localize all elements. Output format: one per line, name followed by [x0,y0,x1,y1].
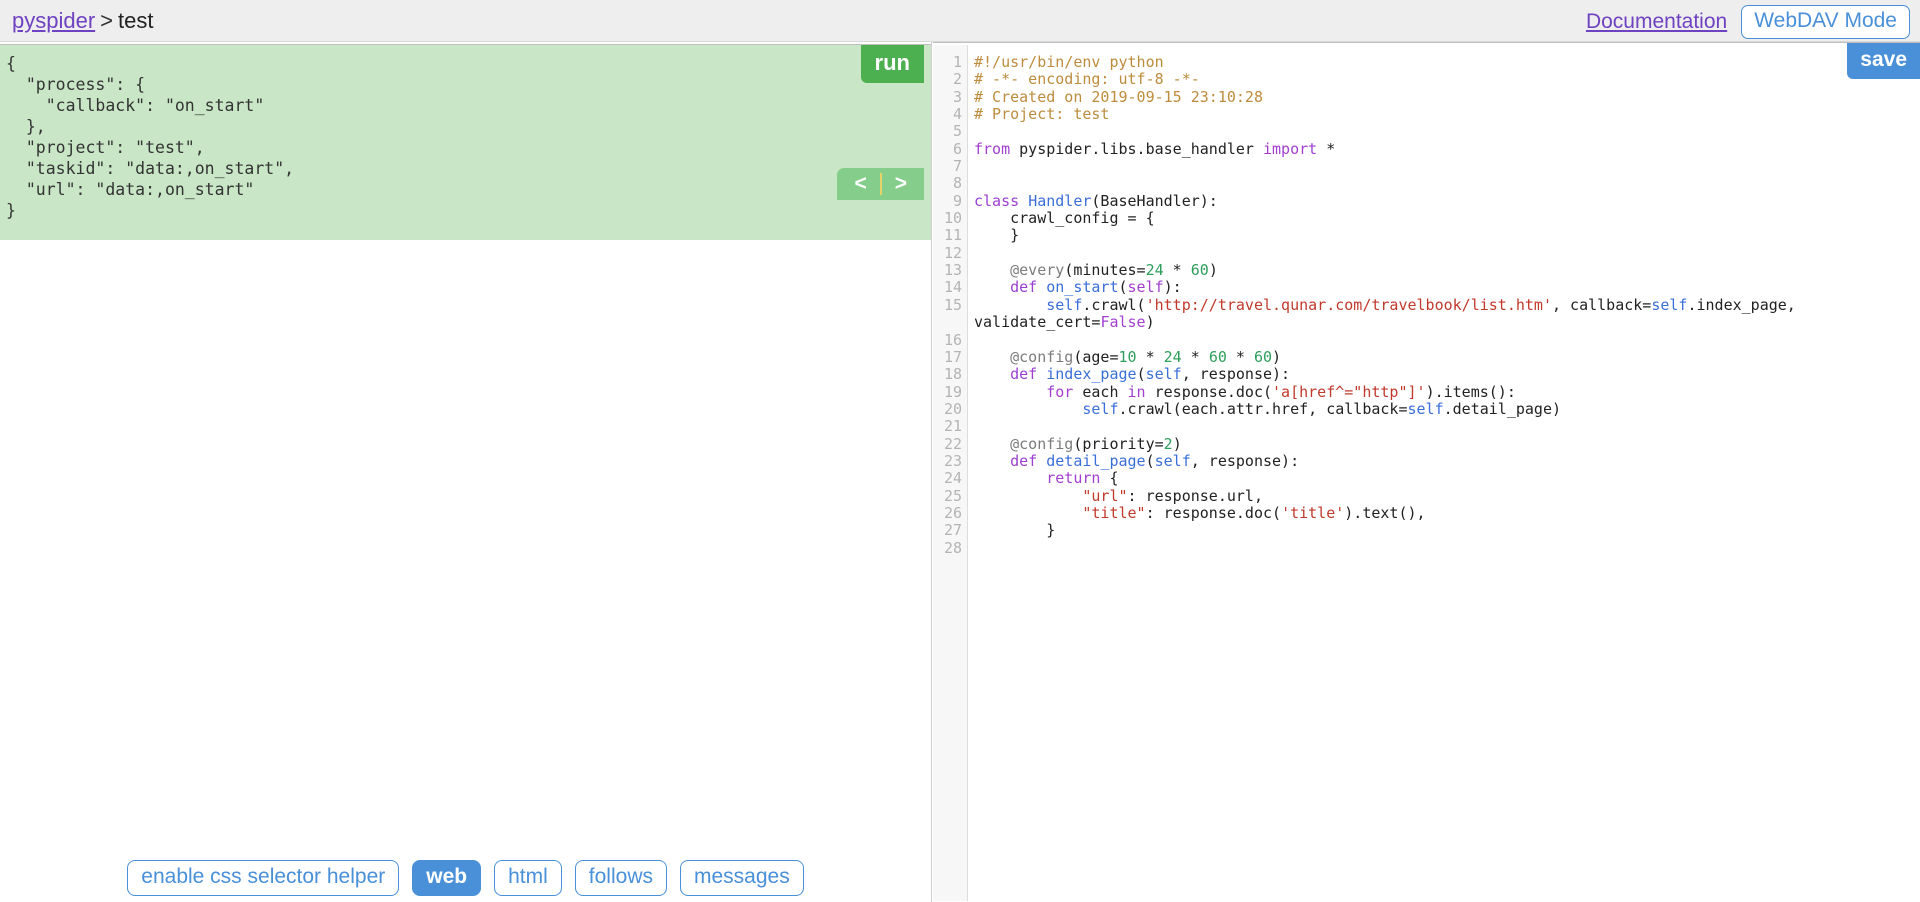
task-json-editor[interactable]: { "process": { "callback": "on_start" },… [0,44,931,240]
breadcrumb-link-pyspider[interactable]: pyspider [12,8,95,33]
tab-html[interactable]: html [494,860,562,896]
task-nav-group: < > [837,168,924,200]
right-pane: save 1 2 3 4 5 6 7 8 9 10 11 12 13 14 15… [933,42,1920,902]
tab-follows[interactable]: follows [574,860,667,896]
prev-task-button[interactable]: < [841,170,879,198]
breadcrumb: pyspider > test [12,8,153,34]
enable-css-selector-helper-button[interactable]: enable css selector helper [127,860,400,896]
next-task-button[interactable]: > [882,170,920,198]
tab-messages[interactable]: messages [680,860,804,896]
line-number-gutter: 1 2 3 4 5 6 7 8 9 10 11 12 13 14 15 16 1… [933,45,968,901]
pyspider-debug-page: pyspider > test Documentation WebDAV Mode … [0,0,1920,902]
left-pane: { "process": { "callback": "on_start" },… [0,42,932,902]
header-actions: Documentation WebDAV Mode [1586,5,1910,39]
documentation-link[interactable]: Documentation [1586,8,1727,36]
result-preview-area [0,240,931,854]
tab-web[interactable]: web [412,860,482,896]
save-button[interactable]: save [1847,43,1920,79]
python-code-content[interactable]: #!/usr/bin/env python # -*- encoding: ut… [968,45,1920,901]
app-header: pyspider > test Documentation WebDAV Mode [0,0,1920,42]
webdav-mode-button[interactable]: WebDAV Mode [1741,5,1910,39]
task-json-content[interactable]: { "process": { "callback": "on_start" },… [0,45,931,221]
run-button[interactable]: run [860,45,924,83]
code-editor[interactable]: 1 2 3 4 5 6 7 8 9 10 11 12 13 14 15 16 1… [933,45,1920,901]
breadcrumb-current-project: test [118,8,154,33]
preview-tab-bar: enable css selector helper web html foll… [0,854,931,902]
breadcrumb-separator: > [100,8,114,33]
